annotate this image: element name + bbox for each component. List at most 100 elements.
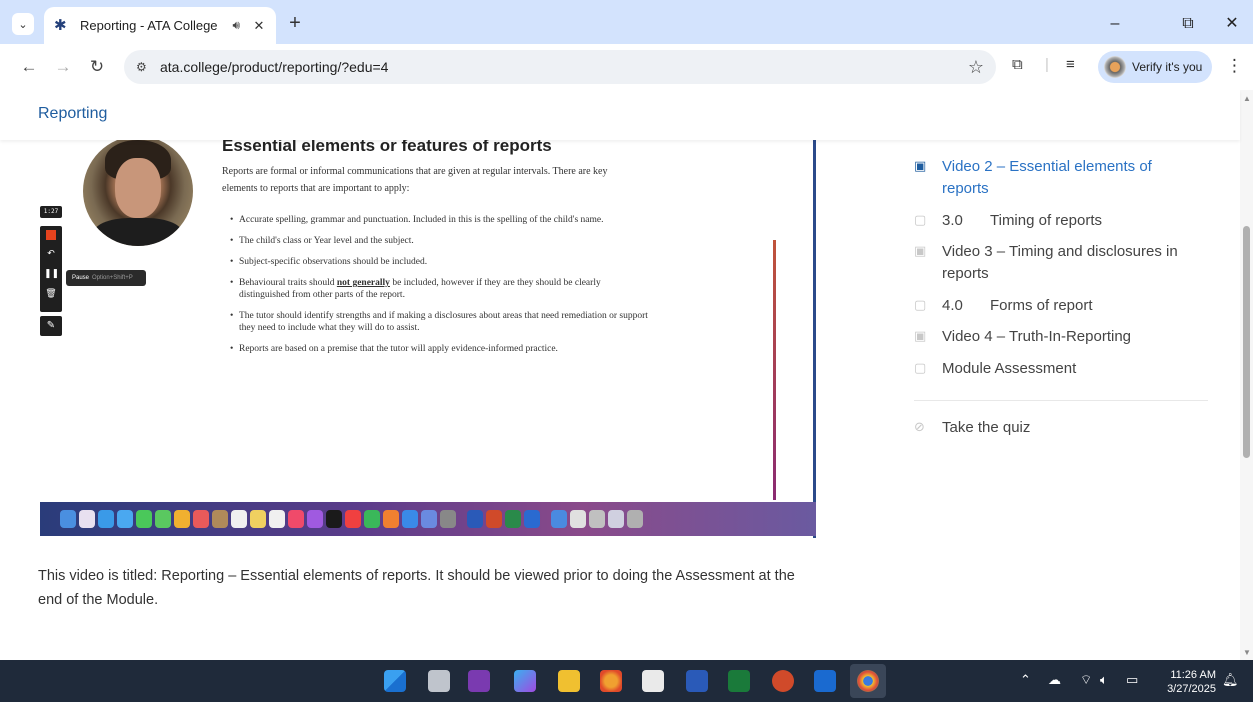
bookmark-star-icon[interactable]: ☆ xyxy=(968,57,984,78)
new-tab-button[interactable]: + xyxy=(284,13,306,35)
speaker-icon[interactable]: 🔊︎ xyxy=(232,18,240,33)
video-caption: This video is titled: Reporting – Essent… xyxy=(38,568,795,608)
sidebar-item-video-3[interactable]: ▣ Video 3 – Timing and disclosures in re… xyxy=(914,241,1204,285)
tooltip-shortcut: Option+Shift+P xyxy=(92,275,133,281)
start-icon[interactable] xyxy=(384,670,406,692)
wifi-icon[interactable]: ⌔ xyxy=(1080,672,1092,688)
dock-app-icon xyxy=(467,510,483,528)
task-view-icon[interactable] xyxy=(428,670,450,692)
sidebar-item-module-assessment[interactable]: ▢ Module Assessment xyxy=(914,358,1076,380)
sidebar-divider xyxy=(914,400,1208,401)
sidebar-item-label: Take the quiz xyxy=(942,419,1031,436)
forward-button[interactable]: → xyxy=(52,56,74,78)
notification-bell-icon[interactable]: 🔔︎ xyxy=(1222,672,1239,688)
dock-app-icon xyxy=(155,510,171,528)
undo-icon[interactable]: ↶ xyxy=(44,248,58,259)
tab-title: Reporting - ATA College xyxy=(80,18,218,33)
avatar xyxy=(1104,56,1126,78)
toolbar-divider: | xyxy=(1045,56,1049,73)
scroll-up-icon[interactable]: ▲ xyxy=(1243,94,1251,103)
tab-strip: ⌄ ✱ Reporting - ATA College 🔊︎ ✕ + – ⧉ ✕ xyxy=(0,0,1253,50)
sidebar-item-video-2[interactable]: ▣ Video 2 – Essential elements of report… xyxy=(914,156,1182,200)
dock-app-icon xyxy=(79,510,95,528)
word-icon[interactable] xyxy=(686,670,708,692)
restore-button[interactable]: ⧉ xyxy=(1174,12,1202,36)
powerpoint-icon[interactable] xyxy=(772,670,794,692)
dock-app-icon xyxy=(524,510,540,528)
back-button[interactable]: ← xyxy=(18,56,40,78)
tab-reporting[interactable]: ✱ Reporting - ATA College 🔊︎ ✕ xyxy=(44,7,276,44)
calendar-icon[interactable] xyxy=(642,670,664,692)
clock-time: 11:26 AM xyxy=(1170,669,1216,681)
trash-icon[interactable]: 🗑︎ xyxy=(44,288,58,299)
chevron-up-icon[interactable]: ⌃ xyxy=(1020,672,1031,688)
dock-app-icon xyxy=(307,510,323,528)
sidebar-item-label: Video 4 – Truth-In-Reporting xyxy=(942,328,1132,345)
tab-search-button[interactable]: ⌄ xyxy=(12,13,34,35)
browser-toolbar: ← → ↻ ⚙ ata.college/product/reporting/?e… xyxy=(0,44,1253,90)
dock-app-icon xyxy=(589,510,605,528)
sidebar-item-4-0[interactable]: ▢ 4.0 Forms of report xyxy=(914,295,1093,317)
pen-icon[interactable]: ✎ xyxy=(40,316,62,336)
sidebar-item-video-4[interactable]: ▣ Video 4 – Truth-In-Reporting xyxy=(914,326,1131,348)
dock-app-icon xyxy=(421,510,437,528)
dock-app-icon xyxy=(345,510,361,528)
battery-icon[interactable]: ▭ xyxy=(1126,672,1138,688)
stop-record-icon[interactable] xyxy=(46,230,56,240)
video-icon: ▣ xyxy=(914,243,927,258)
verify-label: Verify it's you xyxy=(1132,60,1203,74)
reload-button[interactable]: ↻ xyxy=(86,56,108,78)
site-info-icon[interactable]: ⚙ xyxy=(136,60,156,74)
firefox-icon[interactable] xyxy=(600,670,622,692)
volume-icon[interactable]: 🔈︎ xyxy=(1100,672,1108,688)
video-player[interactable]: Essential elements or features of report… xyxy=(40,130,816,538)
video-dock-strip xyxy=(40,502,816,536)
page-scrollbar[interactable]: ▲ ▼ xyxy=(1240,90,1253,660)
onedrive-icon[interactable]: ☁ xyxy=(1048,672,1061,688)
ata-favicon-icon: ✱ xyxy=(54,16,67,34)
tab-close-button[interactable]: ✕ xyxy=(248,18,270,34)
dock-app-icon xyxy=(60,510,76,528)
dock-app-icon xyxy=(98,510,114,528)
system-clock[interactable]: 11:26 AM 3/27/2025 xyxy=(1160,668,1216,696)
sidebar-item-label: Video 2 – Essential elements of reports xyxy=(942,158,1152,197)
sidebar-item-label: Forms of report xyxy=(990,297,1093,314)
media-controls-icon[interactable]: ≡ xyxy=(1066,56,1075,73)
slide-bullet: The child's class or Year level and the … xyxy=(230,235,650,247)
page-content: Essential elements or features of report… xyxy=(0,90,1253,660)
page-title[interactable]: Reporting xyxy=(38,105,107,123)
pause-icon[interactable]: ❚❚ xyxy=(44,268,59,279)
minimize-button[interactable]: – xyxy=(1101,12,1129,36)
slide-bullet: Accurate spelling, grammar and punctuati… xyxy=(230,214,650,226)
sidebar-item-take-quiz[interactable]: ⊘ Take the quiz xyxy=(914,417,1030,439)
scrollbar-thumb[interactable] xyxy=(1243,226,1250,458)
onenote-icon[interactable] xyxy=(468,670,490,692)
dock-app-icon xyxy=(117,510,133,528)
extensions-icon[interactable]: ⧉ xyxy=(1012,56,1023,73)
dock-app-icon xyxy=(250,510,266,528)
address-bar[interactable]: ⚙ ata.college/product/reporting/?edu=4 ☆ xyxy=(124,50,996,84)
excel-icon[interactable] xyxy=(728,670,750,692)
copilot-icon[interactable] xyxy=(514,670,536,692)
sidebar-item-3-0[interactable]: ▢ 3.0 Timing of reports xyxy=(914,210,1102,232)
outlook-icon[interactable] xyxy=(814,670,836,692)
slide-bullet: Reports are based on a premise that the … xyxy=(230,343,650,355)
pause-tooltip: Pause Option+Shift+P xyxy=(66,270,146,286)
dock-app-icon xyxy=(193,510,209,528)
close-window-button[interactable]: ✕ xyxy=(1218,12,1246,36)
video-edge-decoration xyxy=(773,240,776,500)
verify-profile-button[interactable]: Verify it's you xyxy=(1098,51,1212,83)
slide-bullet: Behavioural traits should not generally … xyxy=(230,277,650,301)
chrome-icon[interactable] xyxy=(857,670,879,692)
sidebar-item-number: 4.0 xyxy=(942,297,963,314)
url-text: ata.college/product/reporting/?edu=4 xyxy=(160,59,389,75)
dock-app-icon xyxy=(269,510,285,528)
file-explorer-icon[interactable] xyxy=(558,670,580,692)
dock-app-icon xyxy=(212,510,228,528)
browser-menu-icon[interactable]: ⋮ xyxy=(1226,56,1243,76)
page-header: Reporting xyxy=(0,90,1240,140)
dock-app-icon xyxy=(174,510,190,528)
scroll-down-icon[interactable]: ▼ xyxy=(1243,648,1251,657)
recorder-toolbar: ↶ ❚❚ 🗑︎ xyxy=(40,226,62,312)
slide-bullet: Subject-specific observations should be … xyxy=(230,256,650,268)
